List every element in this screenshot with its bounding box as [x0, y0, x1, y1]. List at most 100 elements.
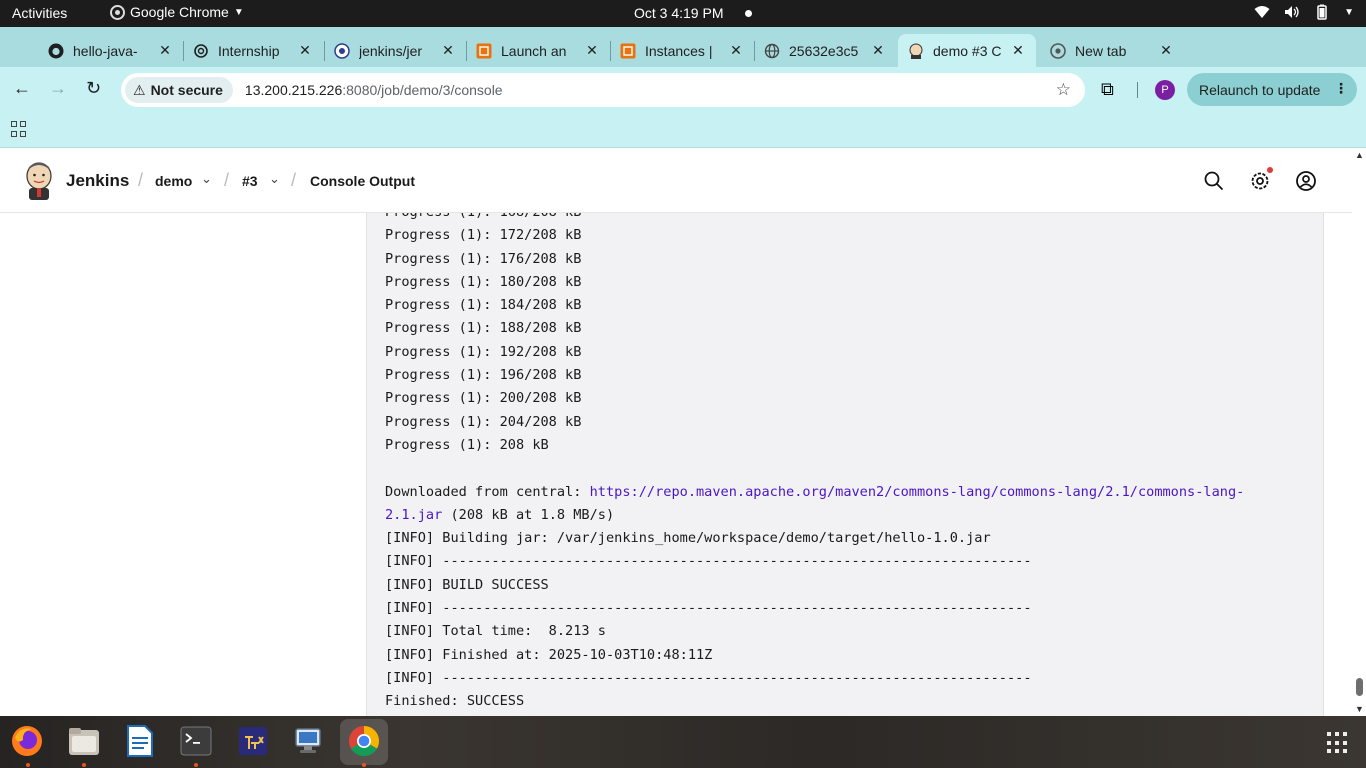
texstudio-icon[interactable]: [236, 724, 270, 758]
breadcrumb-separator: /: [224, 170, 230, 190]
dropdown-arrow-icon: ▼: [1344, 6, 1354, 18]
tab-launch-instance[interactable]: Launch an ✕: [466, 34, 610, 67]
bookmarks-bar: [0, 112, 1366, 148]
artifact-download-link[interactable]: 2.1.jar: [385, 507, 442, 523]
breadcrumb-demo[interactable]: demo: [155, 173, 192, 189]
profile-avatar[interactable]: P: [1155, 80, 1175, 100]
scroll-down-arrow-icon[interactable]: ▼: [1355, 704, 1364, 714]
warning-icon: ⚠: [133, 81, 146, 98]
gear-icon[interactable]: [1249, 170, 1271, 192]
breadcrumb-separator: /: [138, 170, 144, 190]
jenkins-logo-icon[interactable]: [24, 162, 54, 200]
console-line-download: Downloaded from central: https://repo.ma…: [385, 481, 1244, 504]
tab-github[interactable]: hello-java- ✕: [38, 34, 183, 67]
bookmark-star-icon[interactable]: ☆: [1056, 80, 1071, 100]
console-line: Progress (1): 204/208 kB: [385, 413, 582, 430]
search-icon[interactable]: [1203, 170, 1225, 192]
artifact-download-link[interactable]: https://repo.maven.apache.org/maven2/com…: [590, 484, 1245, 500]
more-menu-icon[interactable]: ⋮: [1334, 80, 1348, 97]
console-line: [INFO] Building jar: /var/jenkins_home/w…: [385, 530, 991, 547]
close-icon[interactable]: ✕: [297, 42, 313, 59]
console-line: [INFO] Finished at: 2025-10-03T10:48:11Z: [385, 646, 713, 663]
extensions-icon[interactable]: ⧉: [1101, 79, 1114, 100]
breadcrumb-separator: /: [291, 170, 297, 190]
reload-icon[interactable]: ↻: [86, 78, 101, 99]
tab-docker-jenkins[interactable]: jenkins/jer ✕: [324, 34, 466, 67]
app-menu-label: Google Chrome: [130, 4, 229, 20]
tab-hash[interactable]: 25632e3c5 ✕: [754, 34, 896, 67]
console-line: Progress (1): 196/208 kB: [385, 367, 582, 384]
system-status-menu[interactable]: ▼: [1254, 4, 1354, 20]
close-icon[interactable]: ✕: [1158, 42, 1174, 59]
running-indicator: [26, 763, 30, 767]
globe-icon: [764, 43, 780, 59]
back-arrow-icon[interactable]: ←: [13, 78, 31, 99]
forward-arrow-icon[interactable]: →: [49, 78, 67, 99]
tab-jenkins-console[interactable]: demo #3 C ✕: [898, 34, 1036, 67]
close-icon[interactable]: ✕: [728, 42, 744, 59]
aws-icon: [620, 43, 636, 59]
libreoffice-writer-icon[interactable]: [123, 724, 157, 758]
app-menu[interactable]: Google Chrome ▼: [110, 4, 244, 20]
breadcrumb-build-3[interactable]: #3: [242, 173, 258, 189]
firefox-icon[interactable]: [10, 724, 44, 758]
files-icon[interactable]: [67, 724, 101, 758]
console-line: [INFO] ---------------------------------…: [385, 669, 1032, 686]
chevron-down-icon[interactable]: ⌄: [201, 171, 212, 187]
relaunch-button[interactable]: Relaunch to update ⋮: [1187, 73, 1357, 106]
tab-internship[interactable]: Internship ✕: [183, 34, 323, 67]
jenkins-icon: [908, 43, 924, 59]
tab-title: Internship: [218, 42, 280, 59]
url-host: 13.200.215.226: [244, 82, 343, 98]
url-text[interactable]: 13.200.215.226:8080/job/demo/3/console: [245, 82, 503, 98]
chrome-icon[interactable]: [347, 724, 381, 758]
tab-title: Launch an: [501, 42, 567, 59]
system-top-bar: Activities Google Chrome ▼ Oct 3 4:19 PM…: [0, 0, 1366, 27]
console-line: [INFO] ---------------------------------…: [385, 553, 1032, 570]
console-line: Progress (1): 208 kB: [385, 436, 549, 453]
tab-instances[interactable]: Instances | ✕: [610, 34, 754, 67]
main-content: Progress (1): 168/208 kB Progress (1): 17…: [0, 213, 1352, 716]
running-indicator: [362, 763, 366, 767]
apps-grid-icon[interactable]: [11, 121, 27, 137]
tab-title: hello-java-: [73, 42, 138, 59]
tab-new-tab[interactable]: New tab ✕: [1040, 34, 1184, 67]
chevron-down-icon[interactable]: ⌄: [269, 171, 280, 187]
close-icon[interactable]: ✕: [157, 42, 173, 59]
tab-title: 25632e3c5: [789, 42, 859, 59]
show-applications-icon[interactable]: [1327, 732, 1349, 754]
breadcrumb-console-output: Console Output: [310, 173, 415, 189]
tab-title: New tab: [1075, 42, 1127, 59]
terminal-icon[interactable]: [179, 724, 213, 758]
tab-strip: hello-java- ✕ Internship ✕ jenkins/jer ✕…: [0, 27, 1366, 84]
close-icon[interactable]: ✕: [440, 42, 456, 59]
browser-toolbar: ← → ↻ ⚠ Not secure 13.200.215.226:8080/j…: [0, 67, 1366, 112]
aws-icon: [476, 43, 492, 59]
remote-desktop-icon[interactable]: [291, 724, 325, 758]
page-scrollbar[interactable]: ▲ ▼: [1352, 148, 1366, 716]
console-line: Finished: SUCCESS: [385, 693, 525, 710]
jenkins-brand[interactable]: Jenkins: [66, 171, 129, 191]
close-icon[interactable]: ✕: [584, 42, 600, 59]
jenkins-header: Jenkins / demo ⌄ / #3 ⌄ / Console Output: [0, 148, 1352, 213]
wifi-icon: [1254, 6, 1270, 18]
console-line: [INFO] Total time: 8.213 s: [385, 623, 606, 640]
close-icon[interactable]: ✕: [870, 42, 886, 59]
user-account-icon[interactable]: [1295, 170, 1317, 192]
security-chip[interactable]: ⚠ Not secure: [125, 77, 233, 103]
activities-button[interactable]: Activities: [12, 5, 67, 21]
clock[interactable]: Oct 3 4:19 PM: [634, 5, 723, 21]
address-bar[interactable]: ⚠ Not secure 13.200.215.226:8080/job/dem…: [121, 73, 1085, 107]
console-line: [INFO] BUILD SUCCESS: [385, 576, 549, 593]
download-suffix: (208 kB at 1.8 MB/s): [442, 506, 615, 523]
tab-title: demo #3 C: [933, 42, 1002, 59]
scrollbar-thumb[interactable]: [1356, 678, 1363, 696]
scroll-up-arrow-icon[interactable]: ▲: [1355, 150, 1364, 160]
console-line: Progress (1): 200/208 kB: [385, 390, 582, 407]
close-icon[interactable]: ✕: [1010, 42, 1026, 59]
running-indicator: [194, 763, 198, 767]
chrome-icon: [110, 4, 125, 20]
battery-icon: [1317, 4, 1327, 20]
chatgpt-icon: [193, 43, 209, 59]
